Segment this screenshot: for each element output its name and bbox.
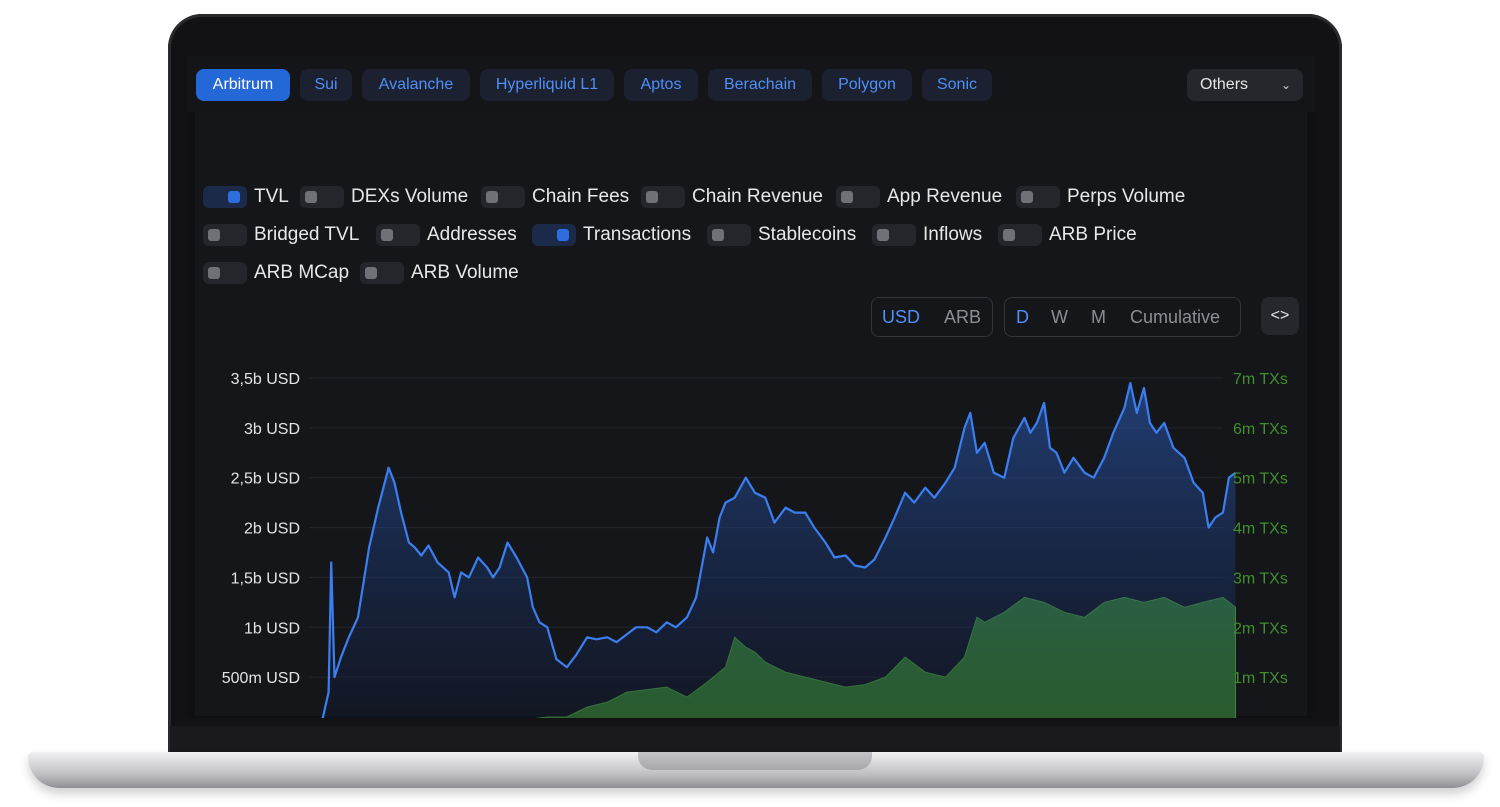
switch[interactable] [203, 186, 247, 208]
switch[interactable] [998, 224, 1042, 246]
tab-avalanche[interactable]: Avalanche [362, 69, 470, 101]
y-left-tick-label: 3,5b USD [231, 371, 300, 388]
switch-knob [841, 191, 853, 203]
toggle-label: ARB Volume [411, 262, 519, 283]
tab-berachain[interactable]: Berachain [708, 69, 812, 101]
switch-knob [208, 229, 220, 241]
switch[interactable] [872, 224, 916, 246]
y-right-tick-label: 4m TXs [1233, 521, 1288, 538]
y-left-tick-label: 500m USD [222, 670, 300, 687]
toggle-label: ARB MCap [254, 262, 350, 283]
switch-knob [1003, 229, 1015, 241]
switch-knob [646, 191, 658, 203]
switch[interactable] [360, 262, 404, 284]
switch[interactable] [203, 224, 247, 246]
y-right-tick-label: 3m TXs [1233, 570, 1288, 587]
tab-polygon[interactable]: Polygon [822, 69, 912, 101]
switch[interactable] [203, 262, 247, 284]
toggle-label: Inflows [923, 224, 983, 245]
y-left-tick-label: 2b USD [244, 521, 300, 538]
switch-knob [877, 229, 889, 241]
switch[interactable] [836, 186, 880, 208]
toggle-label: Transactions [583, 224, 692, 245]
switch[interactable] [300, 186, 344, 208]
switch-knob [365, 267, 377, 279]
y-right-tick-label: 6m TXs [1233, 421, 1288, 438]
chain-tab-bar: Arbitrum Sui Avalanche Hyperliquid L1 Ap… [187, 56, 1315, 112]
switch[interactable] [481, 186, 525, 208]
switch[interactable] [707, 224, 751, 246]
toggle-label: Perps Volume [1067, 186, 1186, 207]
switch-knob [712, 229, 724, 241]
toggle-label: DEXs Volume [351, 186, 469, 207]
chevron-down-icon: ⌄ [1280, 78, 1291, 92]
switch-knob [1021, 191, 1033, 203]
toggle-label: Bridged TVL [254, 224, 360, 245]
y-left-tick-label: 1,5b USD [231, 570, 300, 587]
chart: 0 USD0 TXs500m USD1m TXs1b USD2m TXs1,5b… [222, 371, 1288, 718]
toggle-label: Addresses [427, 224, 517, 245]
laptop-hinge [170, 726, 1340, 752]
toggle-label: App Revenue [887, 186, 1003, 207]
tab-aptos[interactable]: Aptos [624, 69, 698, 101]
switch[interactable] [532, 224, 576, 246]
period-cumulative[interactable]: Cumulative [1130, 298, 1220, 336]
toggle-label: TVL [254, 186, 289, 207]
others-dropdown[interactable]: Others ⌄ [1187, 69, 1303, 101]
tab-hyperliquid[interactable]: Hyperliquid L1 [480, 69, 614, 101]
tab-arbitrum[interactable]: Arbitrum [196, 69, 290, 101]
switch[interactable] [641, 186, 685, 208]
switch[interactable] [376, 224, 420, 246]
y-left-tick-label: 3b USD [244, 421, 300, 438]
switch-knob [228, 191, 240, 203]
denom-usd[interactable]: USD [882, 298, 920, 336]
y-right-tick-label: 1m TXs [1233, 670, 1288, 687]
y-right-tick-label: 7m TXs [1233, 371, 1288, 388]
switch-knob [305, 191, 317, 203]
switch-knob [557, 229, 569, 241]
y-left-tick-label: 1b USD [244, 620, 300, 637]
toggle-label: ARB Price [1049, 224, 1137, 245]
series-tvl-area [322, 383, 1236, 718]
y-left-tick-label: 2,5b USD [231, 471, 300, 488]
period-switch: D W M Cumulative [1004, 297, 1241, 337]
toggle-label: Stablecoins [758, 224, 857, 245]
toggle-label: Chain Revenue [692, 186, 823, 207]
denom-arb[interactable]: ARB [944, 298, 981, 336]
period-m[interactable]: M [1091, 298, 1106, 336]
laptop-notch [638, 752, 872, 770]
switch-knob [208, 267, 220, 279]
y-right-tick-label: 2m TXs [1233, 620, 1288, 637]
y-right-tick-label: 5m TXs [1233, 471, 1288, 488]
screen: Arbitrum Sui Avalanche Hyperliquid L1 Ap… [187, 56, 1315, 718]
period-w[interactable]: W [1051, 298, 1068, 336]
tab-sui[interactable]: Sui [300, 69, 352, 101]
switch-knob [486, 191, 498, 203]
denomination-switch: USD ARB [871, 297, 993, 337]
period-d[interactable]: D [1016, 298, 1029, 336]
others-label: Others [1200, 76, 1249, 93]
switch-knob [381, 229, 393, 241]
toggle-label: Chain Fees [532, 186, 630, 207]
tab-sonic[interactable]: Sonic [922, 69, 992, 101]
embed-code-button[interactable]: <> [1261, 297, 1299, 335]
switch[interactable] [1016, 186, 1060, 208]
chart-panel: TVL DEXs Volume Chain Fees Chain Revenue… [195, 112, 1307, 718]
